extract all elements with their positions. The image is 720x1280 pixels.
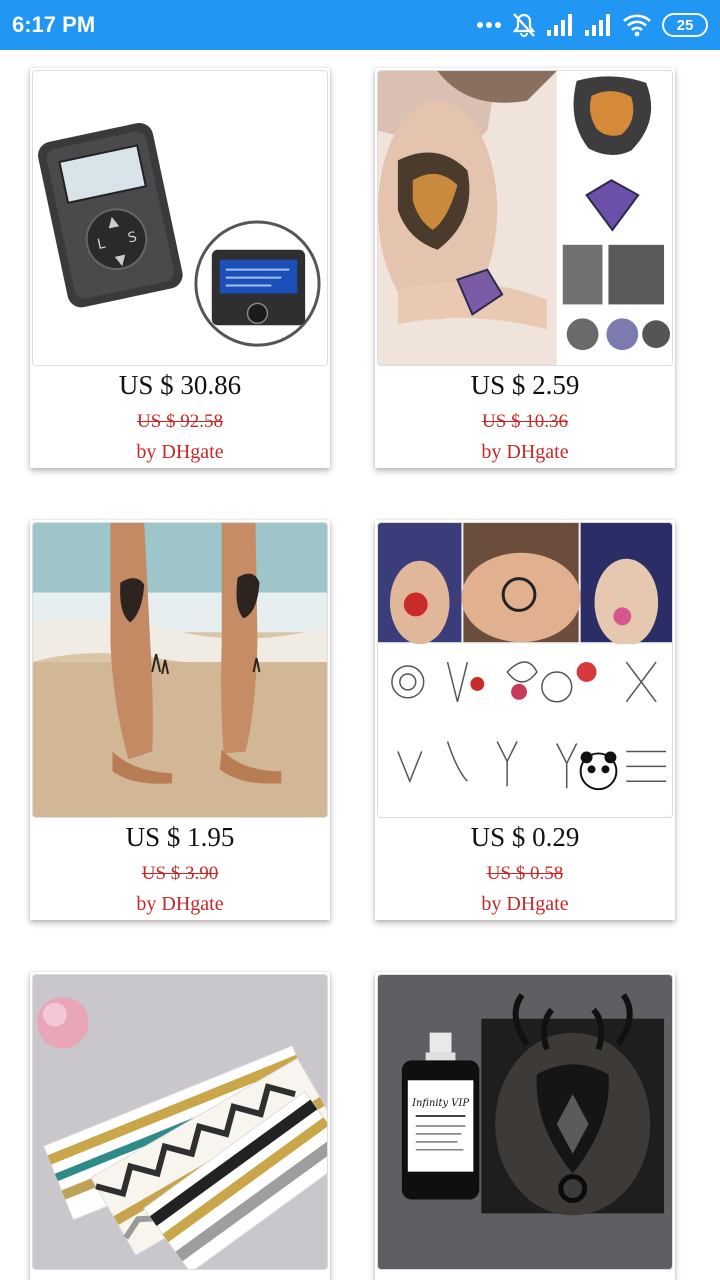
product-price: US $ 0.29: [470, 822, 580, 852]
product-card[interactable]: US $ 1.95 US $ 3.90 by DHgate: [30, 520, 330, 920]
tattoo-ink-bottle-deer-image[interactable]: Infinity VIP: [377, 974, 673, 1270]
status-bar: 6:17 PM 25: [0, 0, 720, 50]
flower-panda-tattoo-sheet-image[interactable]: [377, 522, 673, 818]
more-dots-icon: [476, 20, 502, 30]
product-price: US $ 1.95: [125, 822, 235, 852]
product-original-price: US $ 92.58: [136, 411, 224, 432]
product-original-price: US $ 0.58: [486, 863, 564, 884]
product-card[interactable]: US $ 2.59 US $ 10.36 by DHgate: [375, 68, 675, 468]
signal-icon: [546, 14, 574, 36]
product-seller: by DHgate: [136, 441, 224, 463]
signal-icon: [584, 14, 612, 36]
product-card[interactable]: US $ 0.29 US $ 0.58 by DHgate: [375, 520, 675, 920]
status-icons: 25: [476, 12, 708, 38]
tiger-temporary-tattoo-image[interactable]: [377, 70, 673, 366]
metallic-flash-tattoo-sheets-image[interactable]: [32, 974, 328, 1270]
product-seller: by DHgate: [136, 893, 224, 915]
wifi-icon: [622, 13, 652, 37]
product-price: US $ 2.59: [470, 370, 580, 400]
tattoo-power-supply-image[interactable]: ▲ L S ▼: [32, 70, 328, 366]
product-seller: by DHgate: [481, 441, 569, 463]
product-original-price: US $ 3.90: [141, 863, 219, 884]
product-grid: ▲ L S ▼ US $ 30.86 US $ 92.58 by DHgate: [0, 50, 720, 1280]
product-card[interactable]: Infinity VIP: [375, 972, 675, 1280]
product-card[interactable]: ▲ L S ▼ US $ 30.86 US $ 92.58 by DHgate: [30, 68, 330, 468]
svg-text:Infinity VIP: Infinity VIP: [411, 1098, 469, 1109]
mute-icon: [512, 12, 536, 38]
product-original-price: US $ 10.36: [481, 411, 569, 432]
product-seller: by DHgate: [481, 893, 569, 915]
product-card[interactable]: [30, 972, 330, 1280]
status-time: 6:17 PM: [12, 12, 96, 37]
leg-tiger-tattoo-beach-image[interactable]: [32, 522, 328, 818]
battery-icon: 25: [662, 13, 708, 37]
product-price: US $ 30.86: [118, 370, 242, 400]
